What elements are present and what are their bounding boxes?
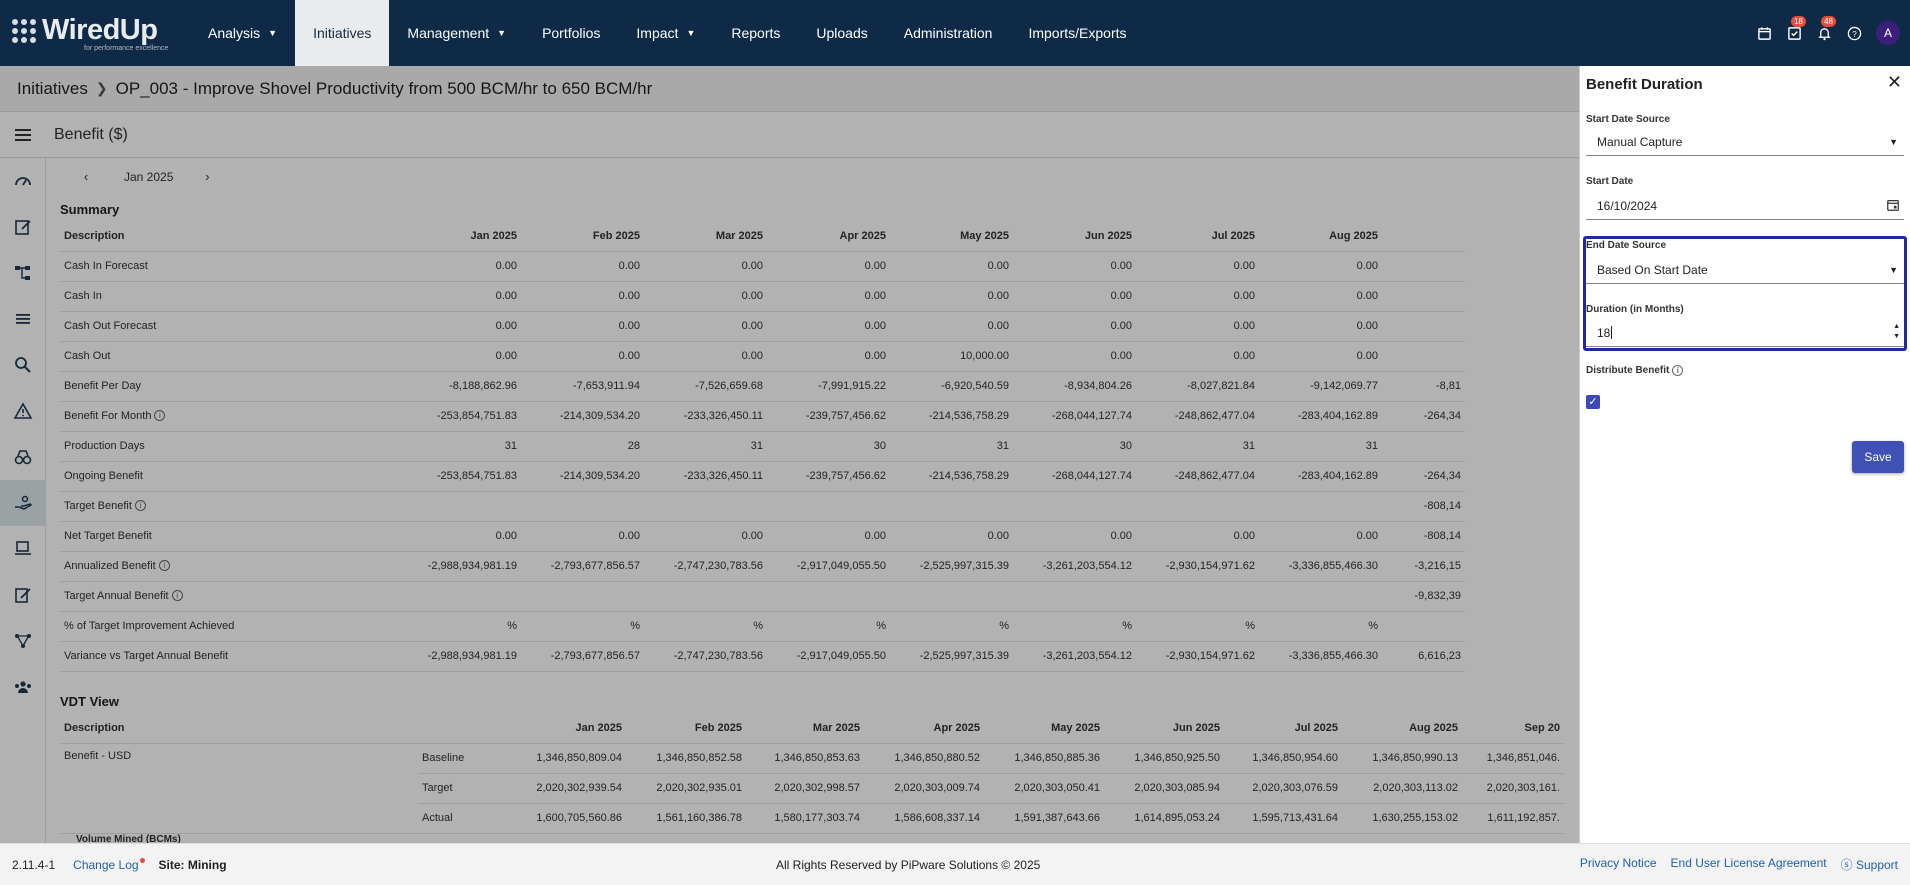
tasks-badge: 18	[1791, 16, 1806, 27]
end-date-source-label: End Date Source	[1586, 240, 1667, 251]
site-label: Site: Mining	[158, 857, 227, 872]
nav-label: Impact	[636, 25, 679, 41]
nav-label: Administration	[903, 25, 993, 41]
help-icon[interactable]: ?	[1846, 25, 1862, 41]
text-cursor	[1611, 326, 1613, 339]
nav-label: Management	[407, 25, 490, 41]
caret-down-icon: ▼	[497, 28, 507, 38]
start-date-label: Start Date	[1586, 176, 1634, 187]
nav-analysis[interactable]: Analysis ▼	[190, 0, 295, 66]
nav-label: Imports/Exports	[1028, 25, 1127, 41]
app-version: 2.11.4-1	[12, 857, 56, 872]
start-date-value: 16/10/2024	[1597, 198, 1658, 213]
support-link[interactable]: ⓢ Support	[1841, 856, 1898, 873]
caret-down-icon: ▼	[686, 28, 696, 38]
nav-imports-exports[interactable]: Imports/Exports	[1010, 0, 1144, 66]
user-avatar[interactable]: A	[1876, 21, 1900, 45]
nav-label: Initiatives	[313, 25, 372, 41]
change-log-indicator-icon	[139, 857, 145, 863]
nav-impact[interactable]: Impact ▼	[618, 0, 713, 66]
start-date-source-value: Manual Capture	[1597, 134, 1683, 149]
start-date-field[interactable]: 16/10/2024	[1586, 192, 1904, 220]
nav-administration[interactable]: Administration	[886, 0, 1011, 66]
panel-title: Benefit Duration	[1586, 76, 1703, 93]
start-date-source-select[interactable]: Manual Capture ▼	[1586, 128, 1904, 156]
nav-label: Uploads	[816, 25, 868, 41]
top-navigation-bar: WiredUp for performance excellence Analy…	[0, 0, 1910, 66]
change-log-text: Change Log	[73, 857, 139, 872]
benefit-duration-panel: Benefit Duration ✕ Start Date Source Man…	[1579, 66, 1910, 843]
distribute-benefit-text: Distribute Benefit	[1586, 365, 1670, 376]
nav-uploads[interactable]: Uploads	[798, 0, 885, 66]
duration-label: Duration (in Months)	[1586, 304, 1684, 315]
nav-label: Portfolios	[542, 25, 601, 41]
chevron-down-icon: ▼	[1889, 136, 1898, 147]
bell-icon[interactable]: 48	[1816, 16, 1836, 41]
distribute-benefit-checkbox[interactable]: ✓	[1586, 395, 1600, 409]
tasks-icon[interactable]: 18	[1786, 16, 1806, 41]
footer: 2.11.4-1 Change Log Site: Mining All Rig…	[0, 843, 1910, 885]
top-icons: 18 48 ? A	[1756, 0, 1900, 66]
privacy-notice-link[interactable]: Privacy Notice	[1580, 856, 1657, 873]
number-stepper-icon[interactable]: ▲ ▼	[1893, 322, 1900, 342]
nav-label: Reports	[731, 25, 781, 41]
distribute-benefit-label: Distribute Benefit i	[1586, 365, 1684, 376]
main-nav: Analysis ▼ Initiatives Management ▼ Portfolio…	[190, 0, 1145, 66]
nav-label: Analysis	[208, 25, 261, 41]
change-log-link[interactable]: Change Log	[73, 857, 145, 872]
nav-management[interactable]: Management ▼	[389, 0, 524, 66]
logo-dots-icon	[12, 18, 36, 43]
wiredup-logo[interactable]: WiredUp for performance excellence	[0, 0, 190, 66]
caret-down-icon: ▼	[268, 28, 278, 38]
duration-input[interactable]: 18 ▲ ▼	[1586, 319, 1904, 347]
info-icon[interactable]: i	[1672, 365, 1684, 376]
eula-link[interactable]: End User License Agreement	[1671, 856, 1827, 873]
logo-text: WiredUp	[42, 14, 158, 46]
nav-portfolios[interactable]: Portfolios	[524, 0, 618, 66]
support-text: Support	[1855, 858, 1898, 872]
svg-text:?: ?	[1852, 28, 1857, 38]
close-icon[interactable]: ✕	[1887, 72, 1902, 93]
duration-value: 18	[1597, 325, 1611, 340]
modal-backdrop[interactable]	[0, 66, 1579, 843]
support-icon: ⓢ	[1840, 858, 1853, 872]
start-date-source-label: Start Date Source	[1586, 114, 1670, 125]
end-date-source-select[interactable]: Based On Start Date ▼	[1586, 256, 1904, 284]
save-button[interactable]: Save	[1852, 441, 1904, 473]
logo-tagline: for performance excellence	[84, 45, 169, 52]
end-date-source-value: Based On Start Date	[1597, 262, 1708, 277]
calendar-icon[interactable]	[1756, 25, 1772, 41]
calendar-picker-icon[interactable]	[1886, 198, 1900, 215]
copyright-text: All Rights Reserved by PiPware Solutions…	[776, 857, 1041, 872]
notifications-badge: 48	[1821, 16, 1836, 27]
nav-reports[interactable]: Reports	[713, 0, 798, 66]
chevron-down-icon: ▼	[1889, 264, 1898, 275]
nav-initiatives[interactable]: Initiatives	[295, 0, 390, 66]
